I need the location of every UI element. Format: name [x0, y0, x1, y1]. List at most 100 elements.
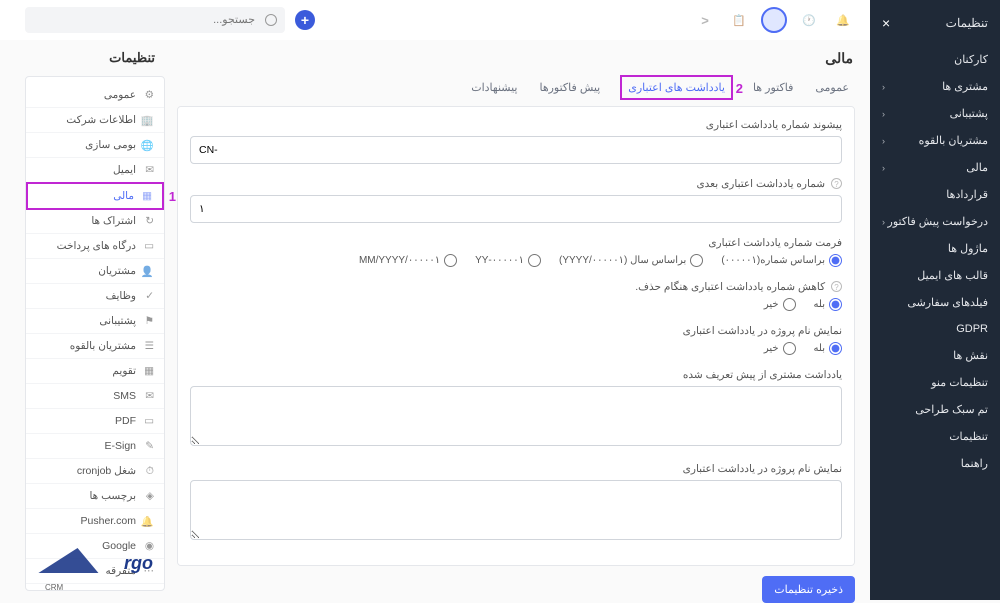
- dark-item[interactable]: GDPR: [870, 316, 1000, 342]
- prefix-label: پیشوند شماره یادداشت اعتباری: [190, 119, 842, 131]
- decrement-no[interactable]: خیر: [764, 298, 796, 311]
- money-icon: ▦: [140, 190, 152, 202]
- show-project-no[interactable]: خیر: [764, 342, 796, 355]
- dark-item[interactable]: تنظیمات: [870, 423, 1000, 450]
- dark-item[interactable]: مشتریان بالقوه‹: [870, 127, 1000, 154]
- prefix-input[interactable]: [190, 136, 842, 164]
- bell-icon[interactable]: [831, 8, 855, 32]
- decrement-yes[interactable]: بله: [814, 298, 842, 311]
- logo-subtitle: CRM: [45, 583, 135, 592]
- sign-icon: ✎: [142, 440, 154, 452]
- chevron-left-icon: ‹: [882, 217, 885, 227]
- tab-credit-notes[interactable]: یادداشت های اعتباری 2: [620, 75, 733, 100]
- add-button[interactable]: +: [295, 10, 315, 30]
- settings-item-localization[interactable]: 🌐بومی سازی: [26, 133, 164, 158]
- predefined-note-label: یادداشت مشتری از پیش تعریف شده: [190, 369, 842, 381]
- settings-title: تنظیمات: [15, 50, 165, 76]
- card-icon: ▭: [142, 240, 154, 252]
- close-icon[interactable]: ×: [882, 15, 890, 31]
- dark-item[interactable]: ماژول ها: [870, 235, 1000, 262]
- brand-logo: rgo CRM: [45, 553, 135, 592]
- annotation-2: 2: [736, 81, 743, 96]
- settings-item-email[interactable]: ✉ایمیل: [26, 158, 164, 183]
- dark-item[interactable]: درخواست پیش فاکتور‹: [870, 208, 1000, 235]
- dark-item[interactable]: تنظیمات منو: [870, 369, 1000, 396]
- clipboard-icon[interactable]: [727, 8, 751, 32]
- dark-item[interactable]: نقش ها: [870, 342, 1000, 369]
- format-option-4[interactable]: MM/YYYY/۰۰۰۰۰۱: [359, 254, 457, 267]
- tab-proposals[interactable]: پیشنهادات: [469, 75, 519, 100]
- settings-item-sms[interactable]: ✉SMS: [26, 384, 164, 409]
- settings-item-calendar[interactable]: ▦تقویم: [26, 359, 164, 384]
- sms-icon: ✉: [142, 390, 154, 402]
- dark-sidebar-header: تنظیمات ×: [870, 10, 1000, 46]
- dark-item[interactable]: قالب های ایمیل: [870, 262, 1000, 289]
- settings-item-support[interactable]: ⚑پشتیبانی: [26, 309, 164, 334]
- annotation-1: 1: [169, 189, 176, 204]
- share-icon[interactable]: [693, 8, 717, 32]
- dark-item[interactable]: مالی‹: [870, 154, 1000, 181]
- logo-text: rgo: [124, 553, 153, 573]
- dark-item[interactable]: فیلدهای سفارشی: [870, 289, 1000, 316]
- settings-item-subscriptions[interactable]: ↻اشتراک ها: [26, 209, 164, 234]
- settings-item-leads[interactable]: ☰مشتریان بالقوه: [26, 334, 164, 359]
- settings-item-company[interactable]: 🏢اطلاعات شرکت: [26, 108, 164, 133]
- save-button[interactable]: ذخیره تنظیمات: [762, 576, 855, 603]
- mail-icon: ✉: [142, 164, 154, 176]
- project-name-label: نمایش نام پروژه در یادداشت اعتباری: [190, 463, 842, 475]
- globe-icon: 🌐: [142, 139, 154, 151]
- cron-icon: ⏱: [142, 465, 154, 477]
- calendar-icon: ▦: [142, 365, 154, 377]
- project-name-textarea[interactable]: [190, 480, 842, 540]
- dark-sidebar-title: تنظیمات: [946, 16, 988, 30]
- gear-icon: ⚙: [142, 89, 154, 101]
- show-project-yes[interactable]: بله: [814, 342, 842, 355]
- format-option-3[interactable]: ۰۰۰۰۰۱-YY: [475, 254, 541, 267]
- settings-item-pusher[interactable]: 🔔Pusher.com: [26, 509, 164, 534]
- dark-item[interactable]: پشتیبانی‹: [870, 100, 1000, 127]
- clock-icon[interactable]: [797, 8, 821, 32]
- search-wrap: [25, 7, 285, 33]
- dark-item[interactable]: تم سبک طراحی: [870, 396, 1000, 423]
- settings-item-finance[interactable]: 1 ▦مالی: [26, 182, 164, 210]
- chevron-left-icon: ‹: [882, 109, 885, 119]
- settings-item-gateways[interactable]: ▭درگاه های پرداخت: [26, 234, 164, 259]
- tab-general[interactable]: عمومی: [813, 75, 851, 100]
- predefined-note-textarea[interactable]: [190, 386, 842, 446]
- help-icon[interactable]: ?: [831, 281, 842, 292]
- pdf-icon: ▭: [142, 415, 154, 427]
- settings-item-cronjob[interactable]: ⏱شغل cronjob: [26, 459, 164, 484]
- settings-item-customers[interactable]: 👤مشتریان: [26, 259, 164, 284]
- show-project-label: نمایش نام پروژه در یادداشت اعتباری: [190, 325, 842, 337]
- help-icon[interactable]: ?: [831, 178, 842, 189]
- search-input[interactable]: [25, 7, 285, 33]
- avatar[interactable]: [761, 7, 787, 33]
- settings-column: تنظیمات ⚙عمومی 🏢اطلاعات شرکت 🌐بومی سازی …: [15, 50, 165, 600]
- tab-invoices[interactable]: فاکتور ها: [751, 75, 795, 100]
- settings-item-esign[interactable]: ✎E-Sign: [26, 434, 164, 459]
- tab-estimates[interactable]: پیش فاکتورها: [537, 75, 602, 100]
- lead-icon: ☰: [142, 340, 154, 352]
- dark-item[interactable]: کارکنان: [870, 46, 1000, 73]
- next-number-input[interactable]: [190, 195, 842, 223]
- next-number-label: ? شماره یادداشت اعتباری بعدی: [190, 178, 842, 190]
- building-icon: 🏢: [142, 114, 154, 126]
- format-radio-row: براساس شماره(۰۰۰۰۰۱) براساس سال (YYYY/۰۰…: [190, 254, 842, 267]
- format-option-2[interactable]: براساس سال (YYYY/۰۰۰۰۰۱): [559, 254, 703, 267]
- format-option-1[interactable]: براساس شماره(۰۰۰۰۰۱): [721, 254, 842, 267]
- refresh-icon: ↻: [142, 215, 154, 227]
- decrement-label: ? کاهش شماره یادداشت اعتباری هنگام حذف.: [190, 281, 842, 293]
- chevron-left-icon: ‹: [882, 163, 885, 173]
- dark-item[interactable]: مشتری ها‹: [870, 73, 1000, 100]
- settings-item-pdf[interactable]: ▭PDF: [26, 409, 164, 434]
- main: مالی عمومی فاکتور ها یادداشت های اعتباری…: [0, 50, 870, 600]
- topbar: +: [0, 0, 870, 40]
- dark-item[interactable]: راهنما: [870, 450, 1000, 477]
- dark-item[interactable]: قراردادها: [870, 181, 1000, 208]
- settings-item-tags[interactable]: ◈برچسب ها: [26, 484, 164, 509]
- user-icon: 👤: [142, 265, 154, 277]
- settings-item-general[interactable]: ⚙عمومی: [26, 83, 164, 108]
- settings-item-tasks[interactable]: ✓وظایف: [26, 284, 164, 309]
- content-panel: مالی عمومی فاکتور ها یادداشت های اعتباری…: [177, 50, 855, 600]
- tag-icon: ◈: [142, 490, 154, 502]
